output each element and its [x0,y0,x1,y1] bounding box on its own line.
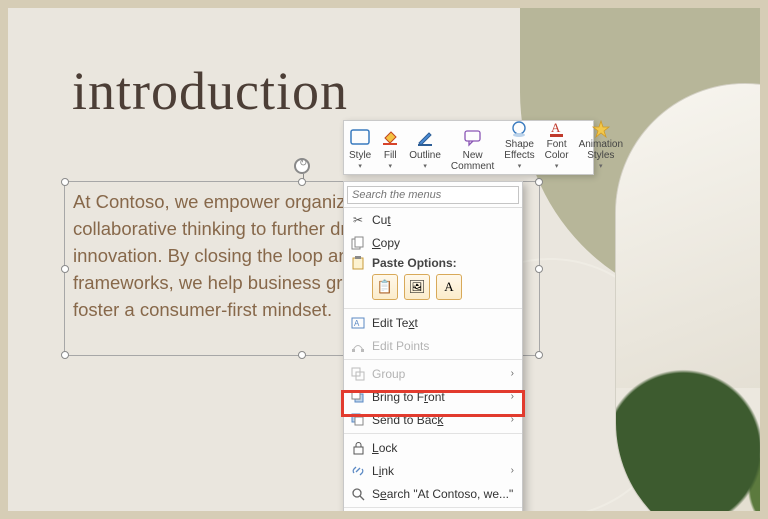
search-icon [344,487,372,501]
menu-search-selection[interactable]: Search "At Contoso, we..." [344,482,522,505]
resize-handle[interactable] [61,178,69,186]
menu-copy[interactable]: Copy [344,231,522,254]
resize-handle[interactable] [298,351,306,359]
menu-lock[interactable]: Lock [344,436,522,459]
scissors-icon: ✂ [344,213,372,227]
resize-handle[interactable] [535,178,543,186]
send-back-icon [344,413,372,427]
menu-search [344,182,522,208]
mini-toolbar: Style▾ Fill▾ Outline▾ New Comment Shape … [343,120,594,175]
animation-icon [592,120,610,138]
comment-icon [464,127,482,149]
paint-bucket-icon [381,127,399,149]
menu-cut[interactable]: ✂Cut [344,208,522,231]
resize-handle[interactable] [61,351,69,359]
fill-button[interactable]: Fill▾ [376,121,404,174]
edit-points-icon [344,339,372,353]
menu-save-as-picture[interactable]: Save as Picture... [344,510,522,511]
menu-bring-front[interactable]: Bring to Front› [344,385,522,408]
link-icon [344,464,372,478]
paste-dest-theme[interactable]: 📋 [372,274,398,300]
edit-text-icon: A [344,316,372,330]
slide-title: introduction [72,60,348,122]
shape-style-icon [350,127,370,149]
paste-options-row: 📋 🖼 A [344,272,522,306]
outline-button[interactable]: Outline▾ [404,121,446,174]
shape-effects-icon [510,120,528,138]
svg-text:A: A [551,120,561,135]
paste-picture[interactable]: 🖼 [404,274,430,300]
resize-handle[interactable] [535,265,543,273]
font-color-icon: A [549,120,565,138]
clipboard-icon [344,256,372,270]
font-color-button[interactable]: A Font Color▾ [540,121,574,174]
resize-handle[interactable] [61,265,69,273]
lock-icon [344,441,372,455]
paste-options-header: Paste Options: [344,254,522,272]
menu-search-input[interactable] [347,186,519,204]
resize-handle[interactable] [535,351,543,359]
svg-text:A: A [354,319,360,328]
app-frame: introduction ↻ At Contoso, we empower or… [0,0,768,519]
menu-group: Group› [344,362,522,385]
pen-outline-icon [416,127,434,149]
new-comment-button[interactable]: New Comment [446,121,499,174]
shape-effects-button[interactable]: Shape Effects▾ [499,121,539,174]
menu-edit-text[interactable]: AEdit Text [344,311,522,334]
group-icon [344,367,372,381]
style-button[interactable]: Style▾ [344,121,376,174]
copy-icon [344,236,372,250]
paste-keep-text[interactable]: A [436,274,462,300]
bring-front-icon [344,390,372,404]
context-menu: ✂Cut Copy Paste Options: 📋 🖼 A AEdit Tex… [343,181,523,511]
slide-photo [615,83,760,511]
slide-canvas[interactable]: introduction ↻ At Contoso, we empower or… [8,8,760,511]
menu-edit-points: Edit Points [344,334,522,357]
rotate-handle[interactable]: ↻ [294,158,310,174]
menu-send-back[interactable]: Send to Back› [344,408,522,431]
animation-styles-button[interactable]: Animation Styles▾ [574,121,628,174]
menu-link[interactable]: Link› [344,459,522,482]
resize-handle[interactable] [298,178,306,186]
